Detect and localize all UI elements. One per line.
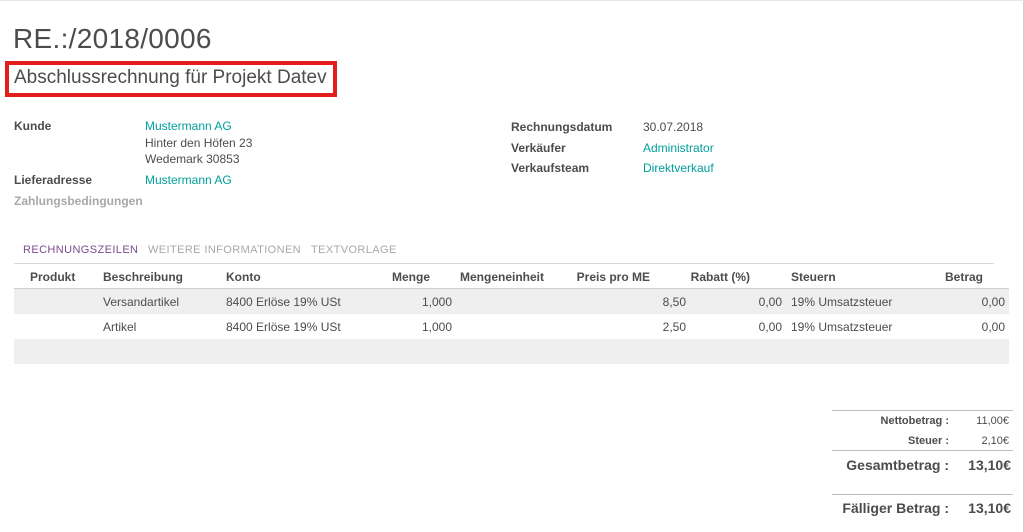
cell-taxes: 19% Umsatzsteuer [791,295,893,309]
invoice-form: RE.:/2018/0006 Abschlussrechnung für Pro… [0,0,1024,532]
cell-discount: 0,00 [758,295,782,309]
customer-label: Kunde [14,119,52,133]
sales-team-link[interactable]: Direktverkauf [643,161,714,175]
invoice-date-value: 30.07.2018 [643,120,704,134]
table-row[interactable]: Artikel 8400 Erlöse 19% USt 1,000 2,50 0… [14,314,1009,339]
invoice-title: Abschlussrechnung für Projekt Datev [14,67,327,88]
amount-due-label: Fälliger Betrag : [842,500,949,516]
table-row[interactable]: Versandartikel 8400 Erlöse 19% USt 1,000… [14,289,1009,314]
tab-other-info[interactable]: WEITERE INFORMATIONEN [148,244,301,256]
cell-description: Versandartikel [103,295,180,309]
tab-text-template[interactable]: TEXTVORLAGE [311,244,397,256]
invoice-date-label: Rechnungsdatum [511,120,613,134]
cell-amount: 0,00 [981,295,1005,309]
cell-account: 8400 Erlöse 19% USt [226,320,341,334]
tab-invoice-lines[interactable]: RECHNUNGSZEILEN [23,244,138,256]
net-amount-label: Nettobetrag : [880,415,949,427]
col-header-account[interactable]: Konto [226,270,261,284]
cell-discount: 0,00 [758,320,782,334]
delivery-address-link[interactable]: Mustermann AG [145,173,232,187]
net-amount-value: 11,00€ [976,415,1009,427]
cell-quantity: 1,000 [421,320,452,334]
totals-divider [832,410,1013,411]
col-header-uom[interactable]: Mengeneinheit [460,270,544,284]
total-amount-label: Gesamtbetrag : [846,457,949,473]
payment-terms-label: Zahlungsbedingungen [14,194,143,208]
col-header-description[interactable]: Beschreibung [103,270,183,284]
salesperson-link[interactable]: Administrator [643,141,714,155]
cell-unit-price: 8,50 [662,295,686,309]
cell-quantity: 1,000 [421,295,452,309]
total-amount-value: 13,10€ [968,457,1011,473]
delivery-address-label: Lieferadresse [14,173,93,187]
tax-amount-value: 2,10€ [981,435,1009,447]
salesperson-label: Verkäufer [511,141,566,155]
totals-divider [832,494,1013,495]
totals-divider [832,450,1013,451]
col-header-quantity[interactable]: Menge [354,270,430,284]
cell-unit-price: 2,50 [662,320,686,334]
cell-description: Artikel [103,320,137,334]
tax-amount-label: Steuer : [908,435,949,447]
col-header-taxes[interactable]: Steuern [791,270,836,284]
cell-amount: 0,00 [981,320,1005,334]
table-header: Produkt Beschreibung Konto Menge Mengene… [14,265,1009,289]
col-header-discount[interactable]: Rabatt (%) [664,270,750,284]
sales-team-label: Verkaufsteam [511,161,590,175]
amount-due-value: 13,10€ [968,500,1011,516]
table-empty-row [14,339,1009,364]
invoice-number: RE.:/2018/0006 [13,23,212,54]
customer-street: Hinter den Höfen 23 [145,136,253,150]
cell-account: 8400 Erlöse 19% USt [226,295,341,309]
invoice-lines-table: Produkt Beschreibung Konto Menge Mengene… [14,265,1009,364]
customer-city: Wedemark 30853 [145,152,240,166]
col-header-amount[interactable]: Betrag [904,270,983,284]
col-header-unit-price[interactable]: Preis pro ME [554,270,650,284]
cell-taxes: 19% Umsatzsteuer [791,320,893,334]
customer-link[interactable]: Mustermann AG [145,119,232,133]
col-header-product[interactable]: Produkt [30,270,75,284]
notebook-tabs: RECHNUNGSZEILEN WEITERE INFORMATIONEN TE… [14,242,994,264]
